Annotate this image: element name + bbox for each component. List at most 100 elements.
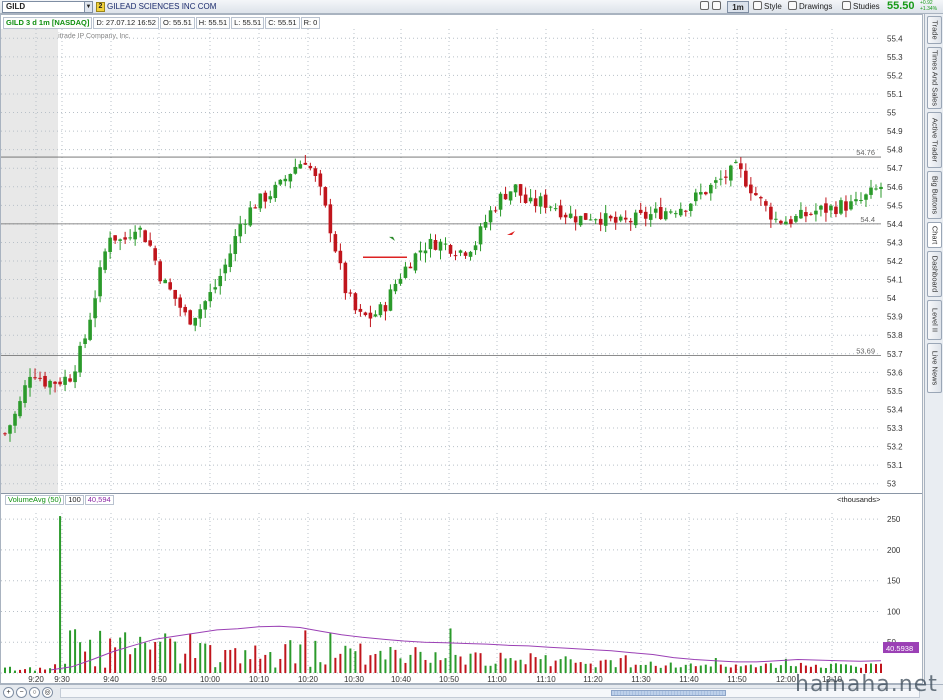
volume-bar [599,660,602,673]
volume-bar [454,654,457,673]
volume-bar [194,658,197,673]
studies-button[interactable]: Studies [842,1,880,13]
volume-bar [54,664,57,673]
candle-body [749,184,753,194]
volume-bar [519,659,522,673]
candle-body [428,238,433,250]
tab-level-ii[interactable]: Level II [927,300,942,340]
zoom-out-icon[interactable]: − [16,687,27,698]
candle-body [673,213,678,215]
zoom-in-icon[interactable]: + [3,687,14,698]
candle-body [558,205,563,218]
price-level-label: 53.69 [856,347,875,356]
time-scrollbar[interactable]: ▶ [60,688,920,698]
style-button[interactable]: Style [753,1,782,13]
volume-bar [404,662,407,673]
candle-body [829,205,833,211]
chevron-down-icon[interactable]: ▼ [84,1,93,13]
x-tick-label: 10:40 [391,675,412,683]
volume-bar [319,662,322,673]
tab-label: Active Trader [930,117,939,163]
candle-body [779,220,783,224]
volume-bar [314,640,317,673]
tab-active-trader[interactable]: Active Trader [927,112,942,168]
candle-body [849,201,853,210]
volume-study-name[interactable]: VolumeAvg (50) [5,495,65,505]
y-tick-label: 55.4 [887,34,903,43]
candle-body [839,200,843,214]
volume-bar [699,665,702,673]
candle-body [98,267,102,297]
volume-bar [639,665,642,673]
candle-body [258,193,263,209]
candle-body [784,221,788,225]
price-chart[interactable]: 55.4 55.3 55.2 55.1 55 54.9 54.8 54.7 54.6 54.5 54… [1,29,922,493]
candle-body [383,305,388,312]
candle-body [338,250,343,264]
volume-bar [529,653,532,673]
volume-bar [709,666,712,673]
candle-body [273,184,278,199]
candle-body [108,237,112,253]
zoom-reset-icon[interactable]: ◎ [42,687,53,698]
link-group-badge[interactable]: 2 [96,2,105,12]
tab-trade[interactable]: Trade [927,16,942,44]
candle-body [864,194,868,200]
zoom-fit-icon[interactable]: ○ [29,687,40,698]
right-tab-strip: Trade Times And Sales Active Trader Big But… [924,14,943,684]
x-tick-label: 11:00 [487,675,507,683]
aggregation-button[interactable]: 1m [727,1,749,13]
candle-body [719,178,723,180]
drawings-button[interactable]: Drawings [788,1,832,13]
candle-body [869,187,873,195]
style-label: Style [764,2,782,11]
volume-bar [144,642,147,673]
candle-body [819,205,823,210]
tab-dashboard[interactable]: Dashboard [927,251,942,297]
edit-icon[interactable] [712,1,723,13]
pane-divider[interactable] [1,493,922,494]
tab-chart[interactable]: Chart [927,222,942,248]
y-tick-label: 150 [887,577,901,586]
tab-times-and-sales[interactable]: Times And Sales [927,47,942,109]
candle-body [688,203,693,212]
y-tick-label: 54 [887,294,896,303]
volume-bar [274,667,277,673]
candle-body [123,237,127,240]
info-close: C: 55.51 [265,17,300,29]
candle-body [313,168,318,176]
candle-body [774,218,778,220]
volume-bar [249,659,252,673]
candle-body [223,264,228,274]
x-tick-label: 9:30 [54,675,70,683]
tools-icon[interactable] [700,1,711,13]
tab-live-news[interactable]: Live News [927,343,942,393]
candle-body [303,162,308,165]
candle-body [283,178,288,182]
candle-body [33,377,37,379]
symbol-input[interactable]: GILD [2,1,90,13]
volume-bar [409,654,412,673]
candle-body [668,211,673,213]
volume-chart[interactable]: 2502001501005040.59389:209:309:409:5010:… [1,505,922,683]
y-tick-label: 55.3 [887,53,903,62]
tab-big-buttons[interactable]: Big Buttons [927,171,942,219]
chart-area[interactable]: GILD 3 d 1m [NASDAQ] D: 27.07.12 16:52 O… [0,14,923,684]
candle-body [403,266,408,278]
volume-bar [424,659,427,673]
volume-bar [364,664,367,673]
volume-bar [59,516,62,673]
volume-bar [784,658,787,673]
candle-body [388,289,393,311]
y-tick-label: 55 [887,109,896,118]
candle-body [423,250,428,254]
volume-bar [554,660,557,673]
candle-body [8,425,12,434]
volume-bar [174,641,177,673]
candle-body [278,179,283,185]
volume-bar [284,644,287,673]
candle-body [168,282,172,290]
scrollbar-thumb[interactable] [611,690,726,696]
y-tick-label: 54.1 [887,276,903,285]
volume-bar [374,653,377,673]
